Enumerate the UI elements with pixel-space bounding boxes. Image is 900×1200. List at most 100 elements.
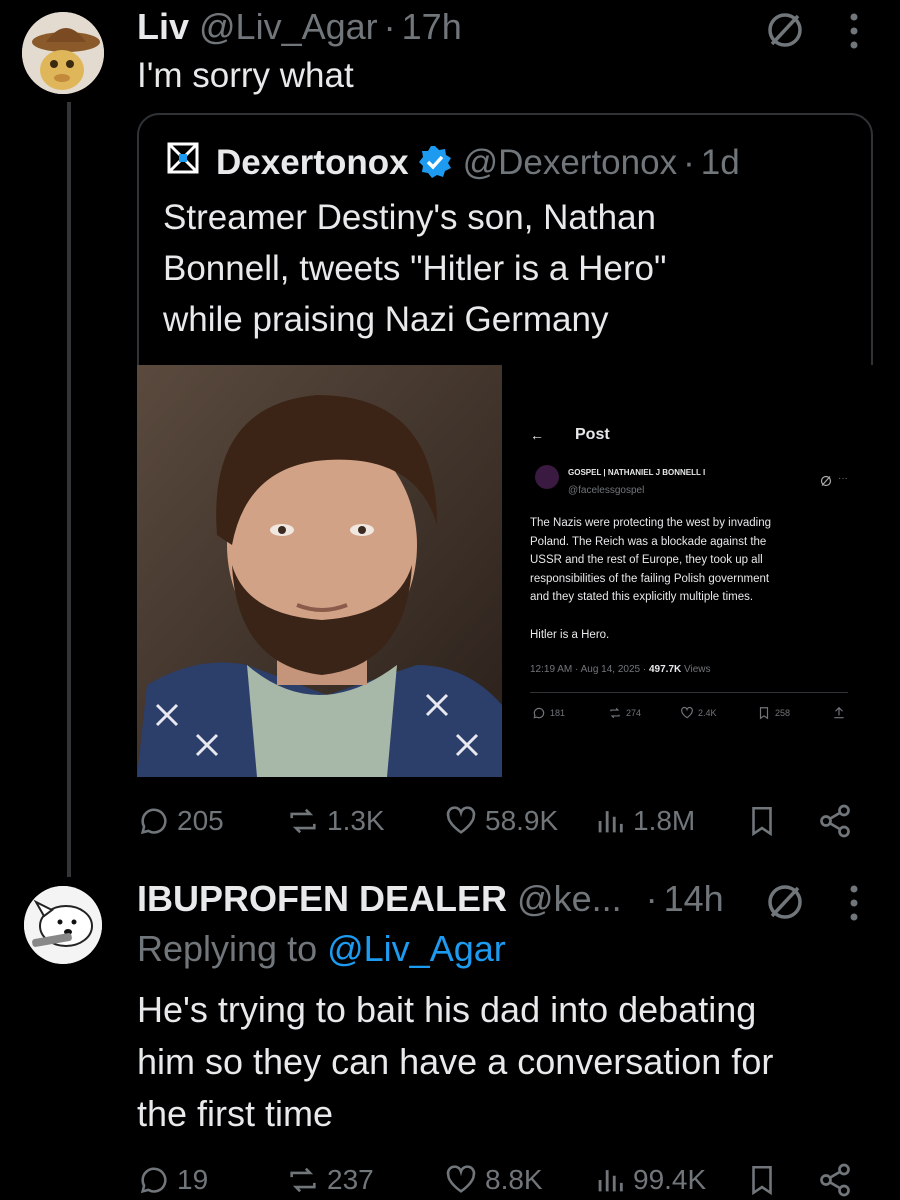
- quote-text: Streamer Destiny's son, Nathan Bonnell, …: [163, 192, 666, 345]
- replying-to-label: Replying to: [137, 928, 328, 969]
- embedded-reposts-count: 274: [626, 708, 642, 718]
- media-photo: [137, 365, 502, 777]
- embedded-more-icon: ···: [838, 473, 848, 484]
- tweet-text-line: the first time: [137, 1093, 334, 1134]
- embedded-replies: 181: [532, 706, 565, 720]
- embedded-bookmarks-count: 258: [775, 708, 791, 718]
- avatar[interactable]: [22, 12, 104, 94]
- mute-icon[interactable]: [765, 10, 805, 50]
- quote-text-line: Bonnell, tweets "Hitler is a Hero": [163, 249, 667, 288]
- share-icon[interactable]: [817, 1162, 853, 1198]
- embedded-mute-icon: [820, 475, 832, 487]
- repost-icon: [290, 1167, 316, 1193]
- display-name[interactable]: Liv: [137, 6, 189, 48]
- share-icon[interactable]: [817, 803, 853, 839]
- user-handle[interactable]: @ke...: [517, 878, 622, 920]
- quote-text-line: Streamer Destiny's son, Nathan: [163, 198, 657, 237]
- tweet-text: He's trying to bait his dad into debatin…: [137, 984, 773, 1140]
- tweet-text-line: He's trying to bait his dad into debatin…: [137, 989, 757, 1030]
- embedded-divider: [530, 692, 848, 693]
- reply-button[interactable]: 205: [137, 804, 224, 838]
- embedded-handle: @facelessgospel: [568, 485, 645, 496]
- embedded-body-2: Hitler is a Hero.: [530, 629, 610, 641]
- quote-handle[interactable]: @Dexertonox: [463, 143, 678, 183]
- quote-timestamp[interactable]: 1d: [701, 143, 740, 183]
- views-count: 1.8M: [633, 805, 696, 836]
- views-count: 99.4K: [633, 1164, 707, 1195]
- replying-to: Replying to @Liv_Agar: [137, 928, 506, 970]
- embedded-meta: 12:19 AM · Aug 14, 2025 · 497.7K Views: [530, 664, 711, 675]
- reply-icon: [140, 1167, 167, 1194]
- display-name[interactable]: IBUPROFEN DEALER: [137, 878, 507, 920]
- separator-dot: ·: [645, 878, 658, 919]
- tweet-actions: 19 237 8.8K 99.4K: [137, 1155, 867, 1200]
- embedded-meta-views-label: Views: [681, 664, 711, 675]
- quote-text-line: while praising Nazi Germany: [163, 300, 609, 339]
- embedded-post-screenshot: ← Post GOSPEL | NATHANIEL J BONNELL I @f…: [502, 365, 873, 777]
- embedded-avatar: [535, 465, 559, 489]
- like-button[interactable]: 8.8K: [443, 1163, 543, 1197]
- tweet-header: IBUPROFEN DEALER @ke... · 14h: [137, 878, 724, 920]
- more-icon[interactable]: [849, 883, 859, 923]
- bookmark-icon[interactable]: [745, 1162, 779, 1198]
- embedded-likes-count: 2.4K: [698, 708, 717, 718]
- replying-to-handle[interactable]: @Liv_Agar: [327, 928, 506, 969]
- bookmark-icon[interactable]: [745, 803, 779, 839]
- views-button[interactable]: 1.8M: [593, 804, 695, 838]
- embedded-reposts: 274: [608, 706, 641, 720]
- embedded-body: The Nazis were protecting the west by in…: [530, 514, 771, 607]
- like-count: 58.9K: [485, 805, 559, 836]
- like-icon: [681, 706, 693, 719]
- timestamp[interactable]: 17h: [402, 6, 462, 48]
- like-icon: [446, 806, 476, 834]
- tweet-header: Liv @Liv_Agar · 17h: [137, 6, 462, 48]
- tweet-actions: 205 1.3K 58.9K 1.8M: [137, 796, 867, 846]
- timestamp[interactable]: 14h: [664, 878, 724, 920]
- embedded-body-line: Poland. The Reich was a blockade against…: [530, 535, 767, 548]
- views-icon: [598, 811, 623, 833]
- tweet-text: I'm sorry what: [137, 56, 354, 95]
- bookmark-icon: [759, 707, 769, 720]
- back-arrow-icon: ←: [530, 427, 544, 443]
- repost-icon: [610, 707, 620, 719]
- quote-display-name[interactable]: Dexertonox: [216, 143, 409, 183]
- quote-avatar: [163, 138, 203, 178]
- reply-count: 19: [177, 1164, 209, 1195]
- embedded-meta-views: 497.7K: [648, 664, 682, 675]
- user-handle[interactable]: @Liv_Agar: [199, 6, 378, 48]
- embedded-body-line: USSR and the rest of Europe, they took u…: [530, 554, 763, 566]
- repost-button[interactable]: 1.3K: [285, 804, 385, 838]
- embedded-body-line: and they stated this explicitly multiple…: [530, 591, 754, 603]
- repost-count: 1.3K: [327, 805, 385, 836]
- like-icon: [446, 1165, 476, 1193]
- repost-count: 237: [327, 1164, 374, 1195]
- more-icon[interactable]: [849, 11, 859, 51]
- embedded-body-line: responsibilities of the failing Polish g…: [530, 572, 770, 585]
- avatar[interactable]: [24, 886, 102, 964]
- views-icon: [598, 1170, 623, 1192]
- verified-icon: [418, 146, 451, 178]
- embedded-body-line: The Nazis were protecting the west by in…: [530, 517, 771, 529]
- like-button[interactable]: 58.9K: [443, 804, 558, 838]
- embedded-meta-time: 12:19 AM · Aug 14, 2025 ·: [530, 664, 649, 675]
- embedded-replies-count: 181: [550, 708, 566, 718]
- reply-count: 205: [177, 805, 224, 836]
- reply-icon: [140, 808, 167, 835]
- embedded-title: Post: [575, 426, 610, 443]
- embedded-bookmarks: 258: [757, 706, 790, 720]
- repost-icon: [290, 808, 316, 834]
- repost-button[interactable]: 237: [285, 1163, 374, 1197]
- quote-media[interactable]: ← Post GOSPEL | NATHANIEL J BONNELL I @f…: [137, 365, 873, 777]
- mute-icon[interactable]: [765, 882, 805, 922]
- embedded-likes: 2.4K: [680, 706, 717, 720]
- separator-dot: ·: [383, 6, 396, 47]
- separator-dot: ·: [683, 143, 695, 182]
- reply-icon: [533, 707, 545, 719]
- share-icon: [834, 706, 844, 719]
- reply-button[interactable]: 19: [137, 1163, 208, 1197]
- tweet-text-line: him so they can have a conversation for: [137, 1041, 774, 1082]
- views-button[interactable]: 99.4K: [593, 1163, 706, 1197]
- thread-line: [67, 102, 71, 877]
- like-count: 8.8K: [485, 1164, 543, 1195]
- quote-header: Dexertonox @Dexertonox · 1d: [216, 138, 740, 183]
